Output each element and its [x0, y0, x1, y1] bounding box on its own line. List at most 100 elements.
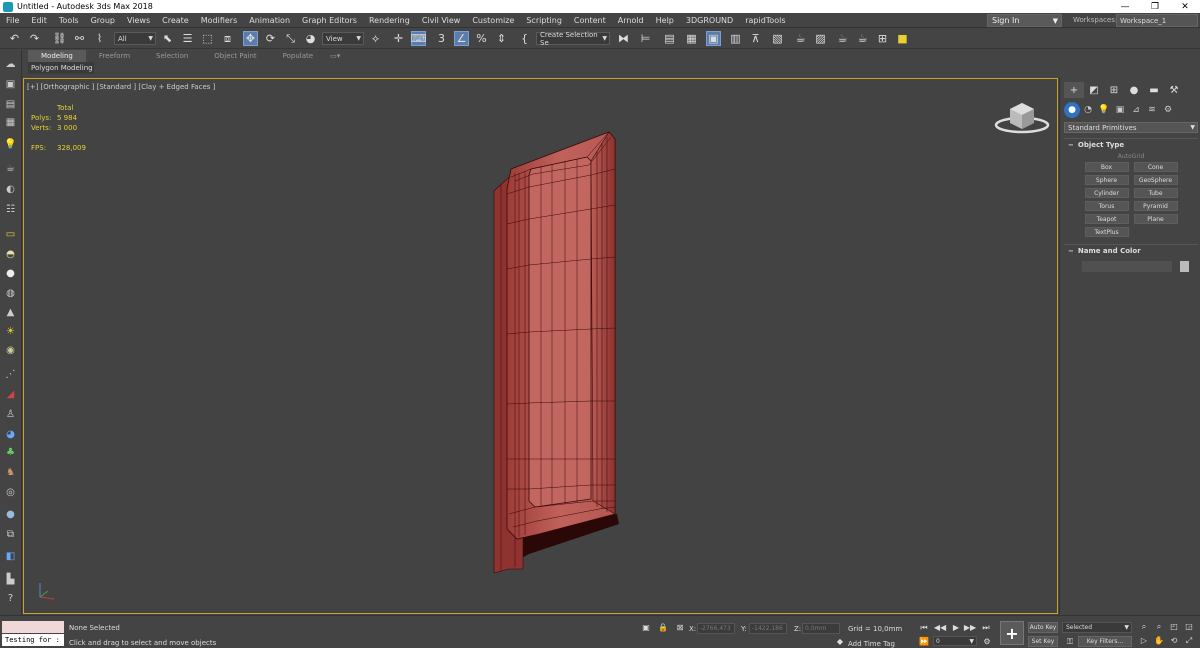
object-type-header[interactable]: − Object Type — [1064, 139, 1198, 151]
object-color-swatch[interactable] — [1180, 261, 1189, 272]
menu-rendering[interactable]: Rendering — [363, 16, 416, 25]
a360-gallery-icon[interactable]: ■ — [895, 31, 910, 46]
menu-file[interactable]: File — [0, 16, 25, 25]
menu-tools[interactable]: Tools — [53, 16, 85, 25]
go-to-start-icon[interactable]: ⏮ — [918, 622, 930, 633]
maximize-icon[interactable]: ❐ — [1140, 2, 1170, 12]
geodesic-icon[interactable]: ◍ — [3, 287, 18, 300]
bar-chart-icon[interactable]: ▙ — [3, 573, 18, 586]
close-icon[interactable]: ✕ — [1170, 2, 1200, 12]
ball-icon[interactable]: ● — [3, 508, 18, 521]
motion-tab-icon[interactable]: ● — [1124, 82, 1144, 98]
systems-icon[interactable]: ⚙ — [1160, 102, 1176, 118]
lights-icon[interactable]: 💡 — [1096, 102, 1112, 118]
menu-create[interactable]: Create — [156, 16, 195, 25]
help-icon[interactable]: ? — [3, 592, 18, 605]
ribbon-options-icon[interactable]: ▭▾ — [326, 50, 344, 62]
animal-icon[interactable]: ♞ — [3, 466, 18, 479]
zoom-all-icon[interactable]: ⌕ — [1153, 621, 1165, 632]
render-iterative-icon[interactable]: ☕ — [855, 31, 870, 46]
cone-icon[interactable]: ▲ — [3, 306, 18, 319]
menu-modifiers[interactable]: Modifiers — [195, 16, 244, 25]
tab-populate[interactable]: Populate — [270, 50, 326, 62]
scatter-icon[interactable]: ⧉ — [3, 528, 18, 541]
system-icon[interactable]: ☷ — [3, 203, 18, 216]
selection-lock-icon[interactable]: 🔒 — [657, 622, 669, 633]
time-tag-icon[interactable]: ◆ — [834, 636, 846, 647]
isolate-selection-icon[interactable]: ▣ — [640, 622, 652, 633]
select-and-rotate-icon[interactable]: ⟳ — [263, 31, 278, 46]
cylinder-button[interactable]: Cylinder — [1084, 188, 1129, 198]
cone-button[interactable]: Cone — [1133, 162, 1178, 172]
viewport-layout-icon[interactable]: ☁ — [3, 58, 18, 71]
geosphere-button[interactable]: GeoSphere — [1133, 175, 1178, 185]
zoom-extents-icon[interactable]: ◰ — [1168, 621, 1180, 632]
named-selection-set-dropdown[interactable]: Create Selection Se ▼ — [536, 31, 610, 47]
cameras-icon[interactable]: ▣ — [1112, 102, 1128, 118]
box-button[interactable]: Box — [1084, 162, 1129, 172]
foliage-icon[interactable]: ♣ — [3, 446, 18, 459]
teapot-button[interactable]: Teapot — [1084, 214, 1129, 224]
maxscript-mini-listener[interactable]: Testing for : — [2, 634, 64, 646]
menu-graph-editors[interactable]: Graph Editors — [296, 16, 363, 25]
current-frame-input[interactable]: 0 ▼ — [933, 636, 977, 646]
light-icon[interactable]: 💡 — [3, 138, 18, 151]
menu-arnold[interactable]: Arnold — [612, 16, 650, 25]
render-icon[interactable]: ☕ — [3, 162, 18, 175]
go-to-end-icon[interactable]: ⏭ — [980, 622, 992, 633]
zoom-extents-all-icon[interactable]: ◲ — [1183, 621, 1195, 632]
shapes-icon[interactable]: ◔ — [1080, 102, 1096, 118]
scene-explorer-icon[interactable]: ▤ — [662, 31, 677, 46]
snaps-toggle-icon[interactable]: 3 — [434, 31, 449, 46]
bind-space-warp-icon[interactable]: ⌇ — [92, 31, 107, 46]
autogrid-checkbox[interactable]: AutoGrid — [1064, 153, 1198, 160]
tab-freeform[interactable]: Freeform — [86, 50, 143, 62]
menu-3dground[interactable]: 3DGROUND — [680, 16, 739, 25]
workspace-dropdown[interactable]: Workspace_1 — [1116, 14, 1198, 27]
ribbon-panel-title[interactable]: Polygon Modeling — [28, 62, 94, 74]
window-crossing-icon[interactable]: ⧈ — [220, 31, 235, 46]
next-frame-icon[interactable]: ▶▶ — [964, 622, 976, 633]
orbit-icon[interactable]: ⟲ — [1168, 635, 1180, 646]
particle-icon[interactable]: ◢ — [3, 388, 18, 401]
select-object-icon[interactable]: ⬉ — [160, 31, 175, 46]
spinner-snap-icon[interactable]: ⇕ — [494, 31, 509, 46]
hair-icon[interactable]: ⋰ — [3, 368, 18, 381]
reference-coordinate-dropdown[interactable]: View ▼ — [322, 32, 364, 45]
key-filter-icon[interactable]: ⚿ — [1064, 636, 1076, 647]
render-setup-icon[interactable]: ☕ — [793, 31, 808, 46]
helpers-icon[interactable]: ⊿ — [1128, 102, 1144, 118]
box-mesh-object[interactable] — [489, 129, 629, 579]
absolute-mode-icon[interactable]: ⊠ — [674, 622, 686, 633]
tab-object-paint[interactable]: Object Paint — [201, 50, 269, 62]
plane-button[interactable]: Plane — [1133, 214, 1178, 224]
rectangular-selection-icon[interactable]: ⬚ — [200, 31, 215, 46]
helper-icon[interactable]: ◐ — [3, 183, 18, 196]
render-production-icon[interactable]: ☕ — [835, 31, 850, 46]
globe-icon[interactable]: ◕ — [3, 428, 18, 441]
menu-scripting[interactable]: Scripting — [520, 16, 568, 25]
tab-modeling[interactable]: Modeling — [28, 50, 86, 62]
menu-customize[interactable]: Customize — [466, 16, 520, 25]
sun-icon[interactable]: ☀ — [3, 325, 18, 338]
primitive-category-dropdown[interactable]: Standard Primitives ▼ — [1064, 122, 1198, 133]
modify-tab-icon[interactable]: ◩ — [1084, 82, 1104, 98]
z-coord-input[interactable]: 0,0mm — [802, 623, 840, 634]
rope-icon[interactable]: ◎ — [3, 486, 18, 499]
menu-edit[interactable]: Edit — [25, 16, 53, 25]
pyramid-button[interactable]: Pyramid — [1133, 201, 1178, 211]
textplus-button[interactable]: TextPlus — [1084, 227, 1129, 237]
utilities-tab-icon[interactable]: ⚒ — [1164, 82, 1184, 98]
menu-help[interactable]: Help — [650, 16, 680, 25]
auto-key-button[interactable]: Auto Key — [1028, 622, 1058, 633]
previous-frame-icon[interactable]: ◀◀ — [934, 622, 946, 633]
angle-snap-icon[interactable]: ∠ — [454, 31, 469, 46]
sphere-button[interactable]: Sphere — [1084, 175, 1129, 185]
menu-rapidtools[interactable]: rapidTools — [739, 16, 791, 25]
ribbon-toggle-icon[interactable]: ▣ — [706, 31, 721, 46]
select-manipulate-icon[interactable]: ✛ — [391, 31, 406, 46]
keyboard-shortcut-override-icon[interactable]: ⌨ — [411, 31, 426, 46]
tube-button[interactable]: Tube — [1133, 188, 1178, 198]
link-icon[interactable]: ⛓ — [52, 31, 67, 46]
key-selection-set-dropdown[interactable]: Selected ▼ — [1062, 622, 1132, 633]
